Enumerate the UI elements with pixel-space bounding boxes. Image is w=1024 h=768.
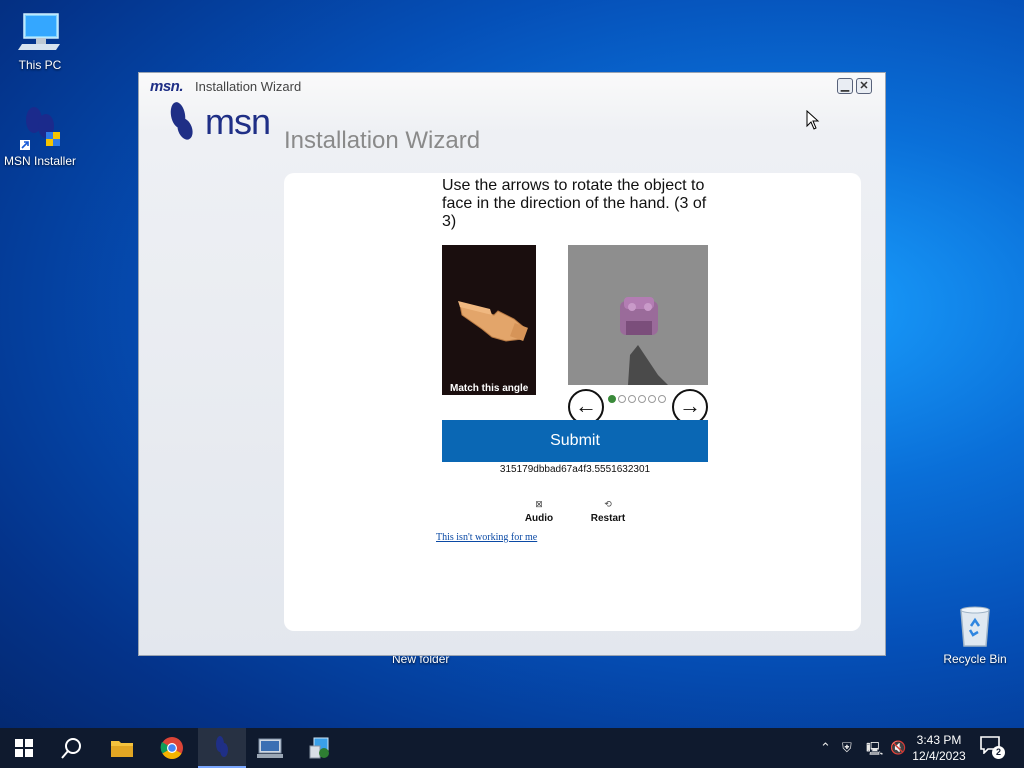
audio-label: Audio <box>524 513 554 524</box>
session-id: 315179dbbad67a4f3.5551632301 <box>499 464 651 475</box>
audio-button[interactable]: ⊠ Audio <box>514 499 564 524</box>
taskbar: ⌃ ⛨ 🖳 🔇 3:43 PM 12/4/2023 2 <box>0 728 1024 768</box>
search-icon <box>61 738 81 759</box>
window-title: Installation Wizard <box>195 79 302 94</box>
captcha-instruction: Use the arrows to rotate the object to f… <box>442 177 707 230</box>
brand-name: msn <box>205 101 271 142</box>
recycle-bin-icon <box>951 602 999 650</box>
restart-button[interactable]: ⟲ Restart <box>583 499 633 524</box>
wizard-heading: Installation Wizard <box>284 127 481 154</box>
reference-hand-image: Match this angle <box>442 245 536 395</box>
clock-time: 3:43 PM <box>916 733 962 747</box>
progress-dot <box>638 395 646 403</box>
file-explorer-icon <box>111 741 133 757</box>
title-bar[interactable]: msn. Installation Wizard ▁ ✕ <box>139 73 885 99</box>
network-app-button[interactable] <box>246 728 294 768</box>
audio-icon: ⊠ <box>535 499 543 509</box>
title-msn-logo: msn. <box>150 78 184 95</box>
clock-date: 12/4/2023 <box>912 749 966 763</box>
volume-muted-icon[interactable]: 🔇 <box>890 740 906 756</box>
restart-label: Restart <box>590 513 626 524</box>
progress-dots <box>608 395 666 403</box>
captcha-panel: Use the arrows to rotate the object to f… <box>284 173 861 631</box>
network-icon[interactable]: 🖳 <box>866 740 883 762</box>
rotatable-object-image <box>568 245 708 385</box>
msn-brand: msn <box>163 101 271 154</box>
desktop-icon-label: This PC <box>18 58 62 72</box>
mouse-cursor-icon <box>806 110 820 130</box>
chrome-icon <box>160 737 183 759</box>
hand-pointing-icon <box>442 245 536 395</box>
progress-dot <box>608 395 616 403</box>
notification-count-badge: 2 <box>992 746 1005 759</box>
close-button[interactable]: ✕ <box>856 78 872 94</box>
setup-app-button[interactable] <box>296 728 344 768</box>
chevron-up-icon[interactable]: ⌃ <box>820 740 831 756</box>
not-working-link[interactable]: This isn't working for me <box>436 532 537 543</box>
minimize-button[interactable]: ▁ <box>837 78 853 94</box>
msn-butterfly-icon <box>16 104 64 152</box>
msn-installer-taskbar-button[interactable] <box>198 728 246 768</box>
installer-window: msn. Installation Wizard ▁ ✕ msn Install… <box>138 72 886 656</box>
setup-app-icon <box>309 737 329 759</box>
msn-installer-icon <box>216 736 228 757</box>
reference-label: Match this angle <box>450 383 529 394</box>
msn-butterfly-icon <box>170 102 193 140</box>
progress-dot <box>628 395 636 403</box>
start-button[interactable] <box>0 728 48 768</box>
file-explorer-button[interactable] <box>98 728 146 768</box>
desktop-icon-this-pc[interactable]: This PC <box>0 8 80 72</box>
desktop-icon-label: MSN Installer <box>3 154 77 168</box>
security-warning-icon[interactable]: ⛨ <box>842 740 852 756</box>
progress-dot <box>658 395 666 403</box>
search-button[interactable] <box>48 728 96 768</box>
windows-start-icon <box>15 739 33 757</box>
chrome-button[interactable] <box>148 728 196 768</box>
submit-button[interactable]: Submit <box>442 420 708 462</box>
restart-icon: ⟲ <box>604 499 612 509</box>
clock[interactable]: 3:43 PM 12/4/2023 <box>906 732 972 764</box>
desktop-icon-label: Recycle Bin <box>943 652 1007 666</box>
network-app-icon <box>257 738 283 758</box>
desktop-icon-recycle-bin[interactable]: Recycle Bin <box>935 602 1015 666</box>
notification-center-button[interactable]: 2 <box>980 736 1006 760</box>
progress-dot <box>618 395 626 403</box>
robot-object-icon <box>568 245 708 385</box>
computer-icon <box>16 8 64 56</box>
desktop-icon-msn-installer[interactable]: MSN Installer <box>0 104 80 168</box>
progress-dot <box>648 395 656 403</box>
